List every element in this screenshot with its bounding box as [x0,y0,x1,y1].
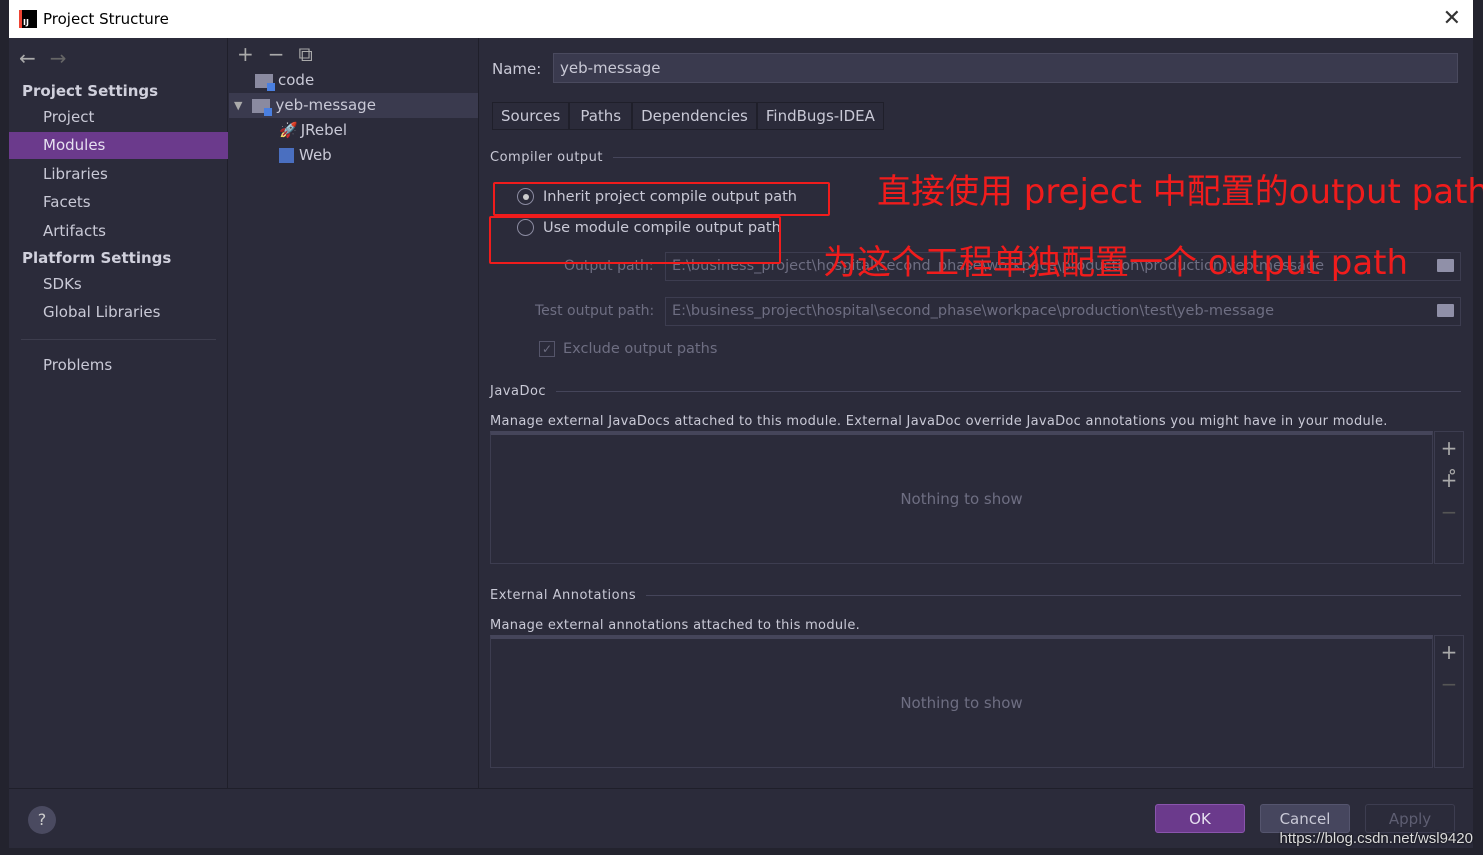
empty-text: Nothing to show [900,490,1023,508]
node-label: code [278,71,315,89]
javadoc-toolbar: + +̊ − [1434,431,1464,564]
help-button[interactable]: ? [28,806,56,834]
copy-icon[interactable]: ⧉ [299,42,313,66]
tab-paths[interactable]: Paths [569,102,633,129]
intellij-logo-icon: IJ [19,10,37,28]
node-label: Web [299,146,332,164]
add-url-icon[interactable]: +̊ [1435,464,1463,496]
forward-arrow-icon[interactable]: → [50,46,67,70]
module-tree: + − ⧉ code ▼ yeb-message 🚀 JRebel Web [229,38,479,788]
section-platform-settings: Platform Settings [22,249,172,267]
section-project-settings: Project Settings [22,82,159,100]
checkbox-checked-icon[interactable]: ✓ [539,341,555,357]
javadoc-list: Nothing to show [490,431,1433,564]
annotation-text-inherit: 直接使用 preject 中配置的output path [877,172,1483,212]
remove-icon[interactable]: − [268,42,285,66]
ok-button[interactable]: OK [1155,804,1245,833]
back-arrow-icon[interactable]: ← [19,46,36,70]
annotation-text-module: 为这个工程单独配置一个 output path [823,243,1409,283]
remove-icon[interactable]: − [1435,668,1463,700]
add-icon[interactable]: + [237,42,254,66]
expand-triangle-icon[interactable]: ▼ [234,93,242,118]
annotations-toolbar: + − [1434,635,1464,768]
javadoc-heading: JavaDoc [490,384,1461,399]
empty-text: Nothing to show [900,694,1023,712]
remove-icon[interactable]: − [1435,496,1463,528]
sidebar-item-global-libraries[interactable]: Global Libraries [9,299,228,326]
annotation-box-inherit [493,182,830,216]
folder-browse-icon[interactable] [1437,259,1454,272]
apply-button[interactable]: Apply [1365,804,1455,833]
annotation-box-module [489,216,781,264]
exclude-output-checkbox[interactable]: ✓ Exclude output paths [539,341,717,357]
module-folder-icon [252,98,273,116]
sidebar-item-libraries[interactable]: Libraries [9,161,228,188]
sidebar-item-sdks[interactable]: SDKs [9,271,228,298]
javadoc-description: Manage external JavaDocs attached to thi… [490,414,1388,429]
title-bar: IJ Project Structure ✕ [9,0,1473,38]
sidebar-item-facets[interactable]: Facets [9,189,228,216]
module-tabs: Sources Paths Dependencies FindBugs-IDEA [492,102,884,130]
node-label: JRebel [300,121,348,139]
annotations-list: Nothing to show [490,635,1433,768]
tab-dependencies[interactable]: Dependencies [632,102,757,129]
add-icon[interactable]: + [1435,636,1463,668]
tree-node-yeb-message[interactable]: ▼ yeb-message [229,93,478,118]
cancel-button[interactable]: Cancel [1260,804,1350,833]
tree-node-jrebel[interactable]: 🚀 JRebel [279,118,347,143]
tab-findbugs-idea[interactable]: FindBugs-IDEA [756,102,884,129]
divider [21,339,216,340]
dialog-footer: ? OK Cancel Apply [9,788,1473,848]
tree-node-code[interactable]: code [255,68,314,93]
module-folder-icon [255,73,275,91]
sidebar-item-problems[interactable]: Problems [9,352,228,379]
jrebel-icon: 🚀 [279,121,298,139]
close-icon[interactable]: ✕ [1443,6,1461,31]
folder-browse-icon[interactable] [1437,304,1454,317]
test-output-path-label: Test output path: [535,303,655,319]
sidebar-item-modules[interactable]: Modules [9,132,228,159]
project-structure-dialog: IJ Project Structure ✕ ← → Project Settin… [9,0,1483,848]
name-label: Name: [492,60,542,78]
checkbox-label: Exclude output paths [563,341,718,357]
sidebar-item-artifacts[interactable]: Artifacts [9,218,228,245]
compiler-output-heading: Compiler output [490,150,1461,165]
web-icon [279,148,294,163]
sidebar-item-project[interactable]: Project [9,104,228,131]
name-input[interactable]: yeb-message [553,53,1458,83]
external-annotations-heading: External Annotations [490,588,1461,603]
add-icon[interactable]: + [1435,432,1463,464]
node-label: yeb-message [275,96,376,114]
sidebar: ← → Project Settings Project Modules Libr… [9,38,228,788]
tree-node-web[interactable]: Web [279,143,332,168]
module-settings: Name: yeb-message Sources Paths Dependen… [480,38,1483,788]
watermark: https://blog.csdn.net/wsl9420 [1279,830,1473,847]
tab-sources[interactable]: Sources [492,102,570,129]
test-output-path-field[interactable]: E:\business_project\hospital\second_phas… [665,297,1461,326]
window-title: Project Structure [43,10,169,28]
test-output-path-value: E:\business_project\hospital\second_phas… [672,303,1275,319]
external-annotations-description: Manage external annotations attached to … [490,618,861,633]
